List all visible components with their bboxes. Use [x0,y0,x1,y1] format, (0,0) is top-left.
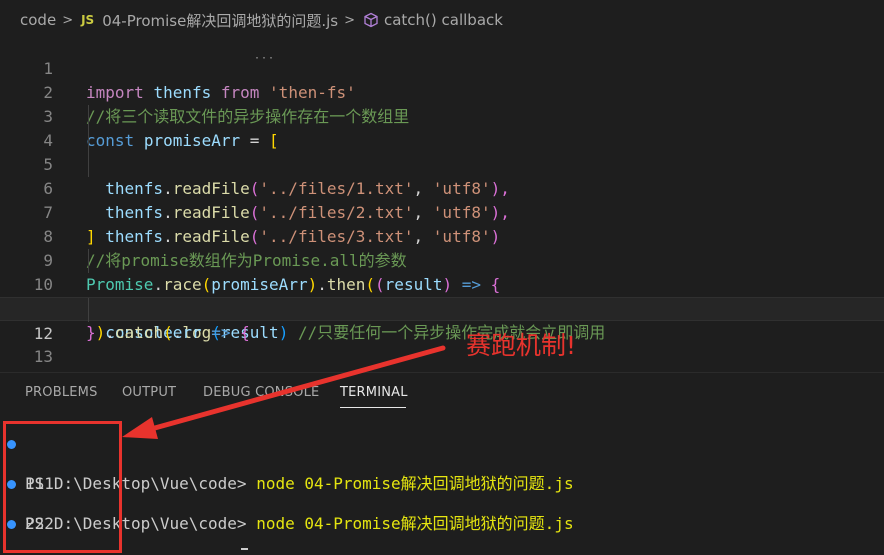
annotation-text: 赛跑机制! [466,331,577,360]
annotation-arrow-icon [122,345,446,439]
